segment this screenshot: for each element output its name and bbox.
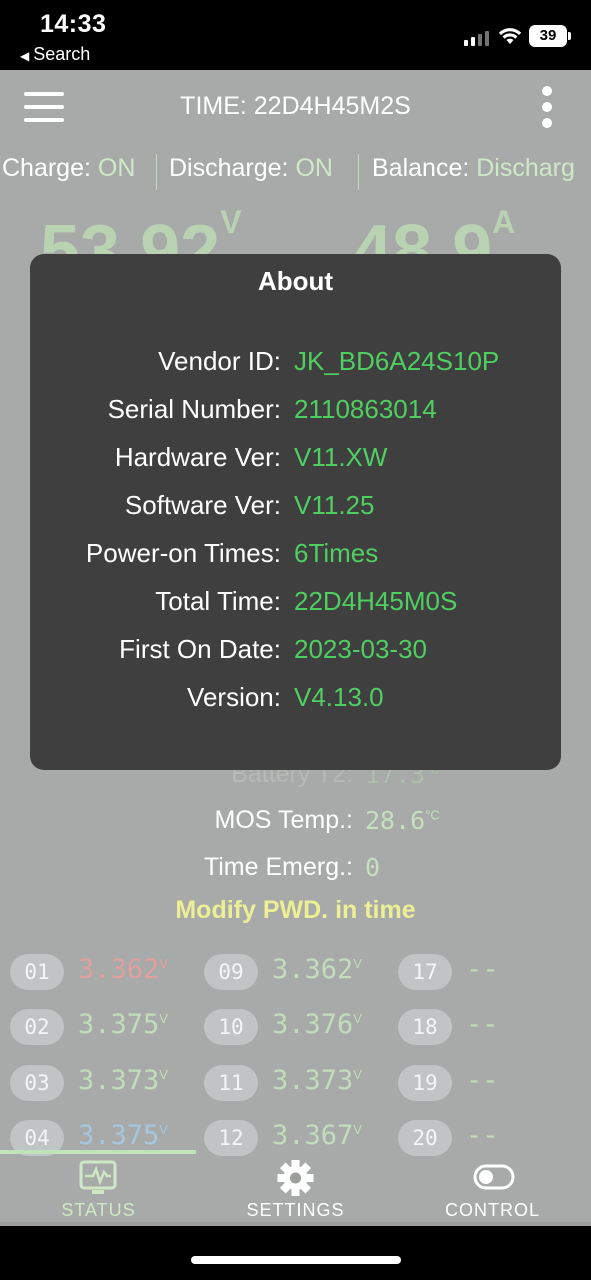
cell-voltage-item: 09 3.362V xyxy=(204,950,394,994)
about-row-serial-number: Serial Number: 2110863014 xyxy=(107,394,437,424)
tab-settings[interactable]: SETTINGS xyxy=(197,1152,394,1226)
cell-number-badge: 12 xyxy=(204,1120,258,1156)
toggle-icon xyxy=(473,1164,515,1190)
cell-voltage-item: 11 3.373V xyxy=(204,1061,394,1105)
about-row-total-time: Total Time: 22D4H45M0S xyxy=(155,586,458,616)
back-triangle-icon: ◀ xyxy=(20,49,30,63)
charge-flag: Charge: ON xyxy=(2,154,136,182)
cell-number-badge: 01 xyxy=(10,954,64,990)
cell-voltage-item: 01 3.362V xyxy=(10,950,200,994)
cell-voltage-item: 18 -- xyxy=(398,1005,588,1049)
cell-voltage-value: -- xyxy=(466,1009,499,1040)
balance-flag: Balance: Discharg xyxy=(372,154,575,182)
page-title: TIME: 22D4H45M2S xyxy=(180,92,411,120)
home-indicator[interactable] xyxy=(191,1256,401,1264)
more-options-icon[interactable] xyxy=(540,86,554,128)
cell-number-badge: 11 xyxy=(204,1065,258,1101)
cell-number-badge: 03 xyxy=(10,1065,64,1101)
cell-voltage-value: 3.373V xyxy=(272,1065,362,1096)
discharge-flag: Discharge: ON xyxy=(169,154,333,182)
about-row-vendor-id: Vendor ID: JK_BD6A24S10P xyxy=(158,346,500,376)
about-row-software-ver: Software Ver: V11.25 xyxy=(124,490,375,520)
cell-number-badge: 18 xyxy=(398,1009,452,1045)
cell-number-badge: 10 xyxy=(204,1009,258,1045)
tab-label: CONTROL xyxy=(444,1200,540,1220)
battery-icon: 39 xyxy=(529,25,571,47)
cell-number-badge: 02 xyxy=(10,1009,64,1045)
cell-voltage-item: 03 3.373V xyxy=(10,1061,200,1105)
cell-voltage-value: -- xyxy=(466,1065,499,1096)
divider xyxy=(156,154,157,190)
cell-voltage-value: 3.375V xyxy=(78,1120,168,1151)
status-bar: 14:33 ◀ Search 39 xyxy=(0,0,591,70)
about-row-first-on-date: First On Date: 2023-03-30 xyxy=(119,634,427,664)
tab-control[interactable]: CONTROL xyxy=(394,1152,591,1226)
cell-number-badge: 09 xyxy=(204,954,258,990)
divider xyxy=(358,154,359,190)
stat-row: MOS Temp.: 28.6°C xyxy=(0,806,591,846)
about-dialog: About Vendor ID: JK_BD6A24S10P Serial Num… xyxy=(30,254,561,770)
stat-row: Time Emerg.: 0 xyxy=(0,853,591,893)
home-area xyxy=(0,1226,591,1280)
cell-voltage-value: 3.376V xyxy=(272,1009,362,1040)
cell-voltage-item: 02 3.375V xyxy=(10,1005,200,1049)
stat-value: 0 xyxy=(365,852,381,882)
dialog-title: About xyxy=(257,266,334,296)
stat-label: MOS Temp.: xyxy=(214,806,353,835)
cell-voltage-value: -- xyxy=(466,1120,499,1151)
tab-status[interactable]: STATUS xyxy=(0,1152,197,1226)
stat-value: 28.6°C xyxy=(365,806,440,836)
cell-voltage-item: 17 -- xyxy=(398,950,588,994)
cellular-signal-icon xyxy=(464,28,492,46)
back-to-search-link[interactable]: ◀ Search xyxy=(20,44,90,65)
modify-password-link[interactable]: Modify PWD. in time xyxy=(0,896,591,925)
wifi-icon xyxy=(498,28,522,44)
gear-icon xyxy=(277,1160,314,1196)
monitor-pulse-icon xyxy=(79,1160,117,1194)
cell-number-badge: 20 xyxy=(398,1120,452,1156)
tab-label: SETTINGS xyxy=(246,1200,345,1220)
cell-voltage-value: 3.362V xyxy=(272,954,362,985)
cell-voltage-value: -- xyxy=(466,954,499,985)
cell-voltage-value: 3.373V xyxy=(78,1065,168,1096)
cell-voltage-value: 3.367V xyxy=(272,1120,362,1151)
cell-number-badge: 17 xyxy=(398,954,452,990)
cell-voltage-item: 10 3.376V xyxy=(204,1005,394,1049)
about-row-version: Version: V4.13.0 xyxy=(187,682,384,712)
about-row-power-on-times: Power-on Times: 6Times xyxy=(85,538,379,568)
cell-voltage-item: 19 -- xyxy=(398,1061,588,1105)
back-label: Search xyxy=(33,44,91,64)
clock: 14:33 xyxy=(40,10,107,38)
top-bar: TIME: 22D4H45M2S xyxy=(0,70,591,142)
cell-voltage-value: 3.362V xyxy=(78,954,168,985)
tab-label: STATUS xyxy=(61,1200,136,1220)
about-row-hardware-ver: Hardware Ver: V11.XW xyxy=(114,442,388,472)
cell-voltage-value: 3.375V xyxy=(78,1009,168,1040)
cell-number-badge: 19 xyxy=(398,1065,452,1101)
stat-label: Time Emerg.: xyxy=(203,852,353,881)
